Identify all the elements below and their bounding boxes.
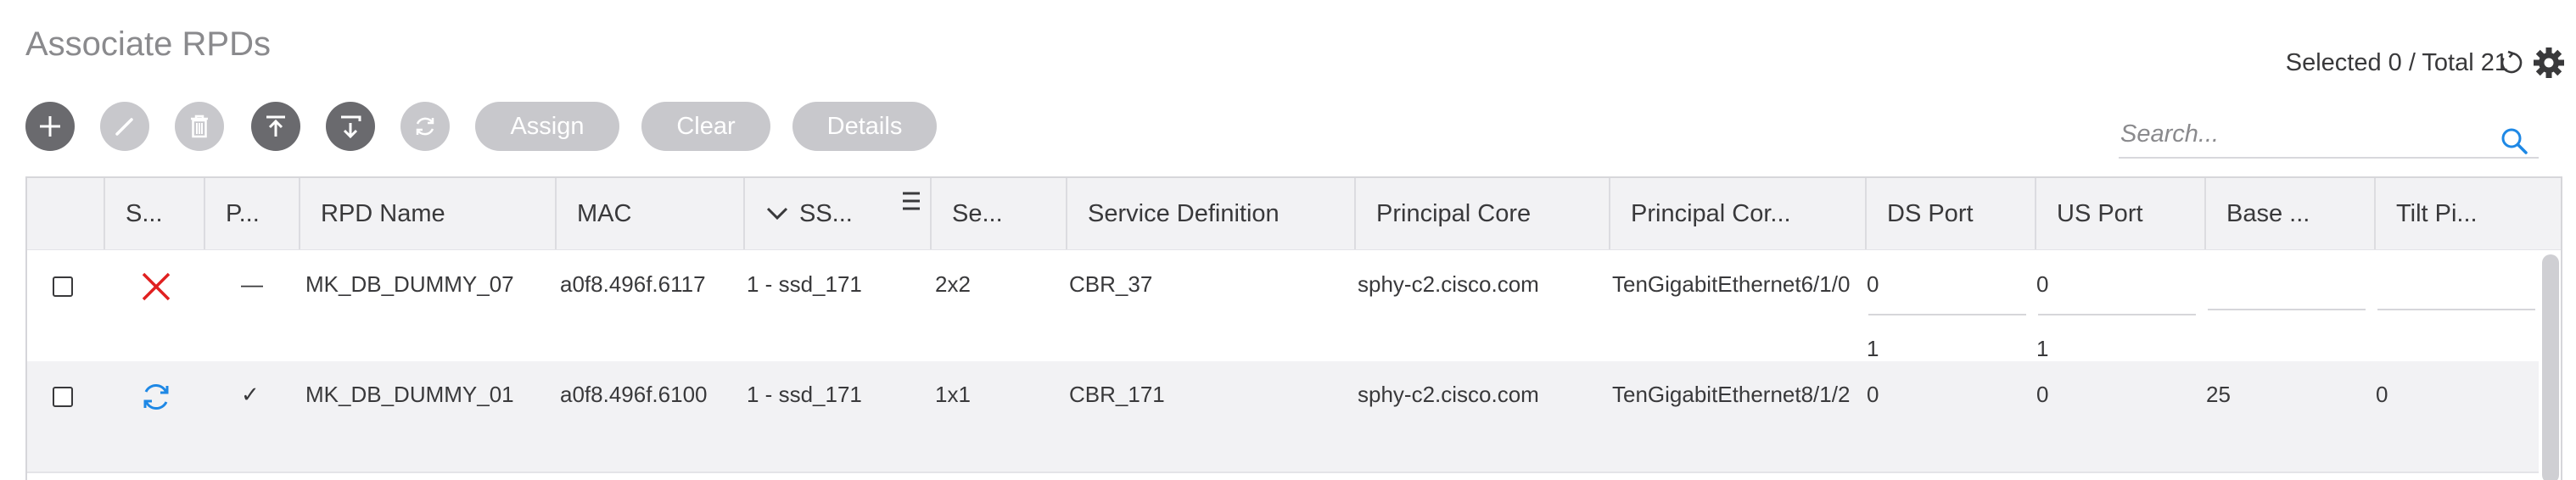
rpd-table: S... P... RPD Name MAC SS... Se... Servi… xyxy=(25,176,2562,480)
cell-ss: 1 - ssd_171 xyxy=(747,271,862,297)
search-input[interactable] xyxy=(2119,113,2495,155)
export-button[interactable] xyxy=(326,102,375,151)
delete-button[interactable] xyxy=(175,102,224,151)
cell-principal-core-if: TenGigabitEthernet6/1/0 xyxy=(1612,271,1851,297)
column-header-ds-port[interactable]: DS Port xyxy=(1865,178,2035,249)
upload-icon xyxy=(266,115,285,137)
cell-principal-core: sphy-c2.cisco.com xyxy=(1358,382,1539,407)
cell-service-definition: CBR_37 xyxy=(1069,271,1153,297)
details-button[interactable]: Details xyxy=(792,102,937,151)
column-header-ss[interactable]: SS... xyxy=(743,178,930,249)
table-row[interactable]: ✓ MK_DB_DUMMY_01 a0f8.496f.6100 1 - ssd_… xyxy=(27,361,2539,472)
error-x-icon xyxy=(142,272,171,301)
gear-icon[interactable] xyxy=(2532,46,2566,80)
search-icon[interactable] xyxy=(2500,126,2528,155)
page-title: Associate RPDs xyxy=(25,25,271,63)
search-box xyxy=(2119,113,2539,159)
cell-tilt: 0 xyxy=(2376,382,2388,407)
column-header-status[interactable]: S... xyxy=(104,178,204,249)
vertical-scrollbar[interactable] xyxy=(2542,254,2559,480)
cell-base: 25 xyxy=(2206,382,2231,407)
cell-p: — xyxy=(241,271,263,297)
sync-icon xyxy=(143,383,169,410)
column-header-base[interactable]: Base ... xyxy=(2204,178,2374,249)
tilt-edit-field[interactable] xyxy=(2377,309,2535,310)
cell-us-port: 0 xyxy=(2036,382,2049,407)
add-button[interactable] xyxy=(25,102,75,151)
clear-button[interactable]: Clear xyxy=(641,102,770,151)
cell-principal-core-if: TenGigabitEthernet8/1/2 xyxy=(1612,382,1851,407)
plus-icon xyxy=(40,116,60,137)
row-divider xyxy=(27,472,2539,473)
download-icon xyxy=(341,115,361,139)
ds-port-edit-underline xyxy=(1868,314,2026,315)
column-header-principal-core-if[interactable]: Principal Cor... xyxy=(1609,178,1865,249)
row-checkbox[interactable] xyxy=(53,387,73,407)
cell-ds-port: 0 xyxy=(1867,382,1879,407)
chevron-down-icon xyxy=(766,207,788,220)
column-header-rpd-name[interactable]: RPD Name xyxy=(299,178,555,249)
sync-button[interactable] xyxy=(400,102,450,151)
base-edit-field[interactable] xyxy=(2208,309,2366,310)
table-header: S... P... RPD Name MAC SS... Se... Servi… xyxy=(27,178,2561,250)
row-checkbox[interactable] xyxy=(53,276,73,297)
column-header-principal-core[interactable]: Principal Core xyxy=(1354,178,1609,249)
sync-icon xyxy=(416,117,434,136)
column-header-service-definition[interactable]: Service Definition xyxy=(1066,178,1354,249)
cell-ss: 1 - ssd_171 xyxy=(747,382,862,407)
column-header-p[interactable]: P... xyxy=(204,178,299,249)
cell-rpd-name: MK_DB_DUMMY_01 xyxy=(305,382,514,407)
cell-mac: a0f8.496f.6100 xyxy=(560,382,708,407)
cell-p: ✓ xyxy=(241,382,260,407)
cell-rpd-name: MK_DB_DUMMY_07 xyxy=(305,271,514,297)
cell-se: 2x2 xyxy=(935,271,971,297)
cell-service-definition: CBR_171 xyxy=(1069,382,1165,407)
column-header-mac[interactable]: MAC xyxy=(555,178,743,249)
pencil-icon xyxy=(115,118,133,136)
column-header-us-port[interactable]: US Port xyxy=(2035,178,2204,249)
column-header-ss-label: SS... xyxy=(799,199,853,227)
cell-ds-port-2: 1 xyxy=(1867,336,1879,361)
cell-us-port-2: 1 xyxy=(2036,336,2049,361)
column-menu-icon[interactable] xyxy=(901,190,921,212)
trash-icon xyxy=(191,114,208,138)
cell-principal-core: sphy-c2.cisco.com xyxy=(1358,271,1539,297)
table-row[interactable]: — MK_DB_DUMMY_07 a0f8.496f.6117 1 - ssd_… xyxy=(27,251,2539,361)
cell-ds-port: 0 xyxy=(1867,271,1879,297)
import-button[interactable] xyxy=(251,102,300,151)
cell-mac: a0f8.496f.6117 xyxy=(560,271,706,297)
edit-button[interactable] xyxy=(100,102,149,151)
column-header-se[interactable]: Se... xyxy=(930,178,1066,249)
refresh-icon[interactable] xyxy=(2498,49,2525,76)
cell-se: 1x1 xyxy=(935,382,971,407)
selection-count: Selected 0 / Total 21 xyxy=(2285,49,2508,76)
cell-us-port: 0 xyxy=(2036,271,2049,297)
us-port-edit-underline xyxy=(2038,314,2196,315)
column-header-tilt[interactable]: Tilt Pi... xyxy=(2374,178,2544,249)
assign-button[interactable]: Assign xyxy=(475,102,619,151)
column-header-select[interactable] xyxy=(27,178,104,249)
